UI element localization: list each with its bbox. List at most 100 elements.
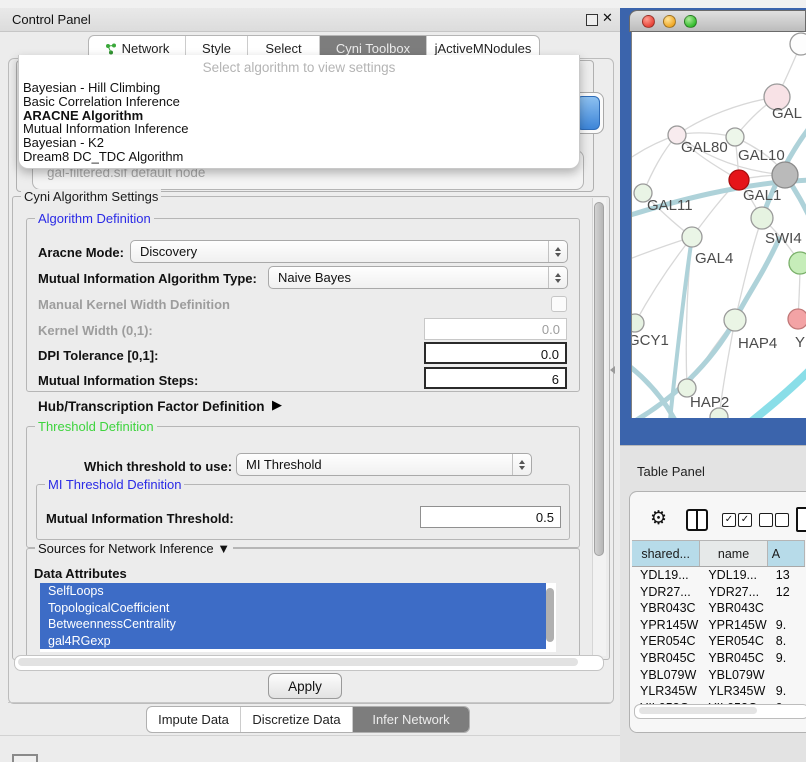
table-cell[interactable]: YBR045C — [632, 650, 700, 667]
table-row[interactable]: YPR145WYPR145W9. — [632, 617, 805, 634]
network-node-gal10[interactable] — [726, 128, 744, 146]
tab-discretize-data[interactable]: Discretize Data — [241, 707, 353, 732]
tab-label: Impute Data — [158, 712, 229, 727]
table-header-row: shared... name A — [632, 540, 805, 567]
column-header-name[interactable]: name — [700, 541, 767, 566]
split-columns-icon[interactable] — [686, 509, 708, 531]
algorithm-option[interactable]: Bayesian - Hill Climbing — [23, 81, 575, 95]
network-node[interactable] — [789, 252, 806, 274]
table-cell[interactable] — [768, 600, 805, 617]
node-label: HAP4 — [738, 335, 777, 352]
zoom-window-icon[interactable] — [684, 15, 697, 28]
table-cell[interactable]: YPR145W — [632, 617, 700, 634]
node-attribute-table[interactable]: shared... name A YDL19...YDL19...13YDR27… — [632, 540, 805, 716]
expand-arrow-icon[interactable]: ▶ — [272, 397, 282, 413]
deselect-all-checkbox-icon[interactable] — [775, 513, 789, 527]
float-panel-icon[interactable] — [586, 14, 598, 26]
network-view-canvas[interactable]: GALGAL80GAL10GAL1GAL11SWI4GAL4GCY1HAP4YH… — [631, 32, 806, 418]
table-cell[interactable]: YDR27... — [632, 584, 700, 601]
table-cell[interactable]: 12 — [768, 584, 805, 601]
table-cell[interactable]: YBR043C — [700, 600, 767, 617]
table-cell[interactable]: YBL079W — [700, 667, 767, 684]
column-header-partial[interactable]: A — [768, 541, 805, 566]
close-icon[interactable]: ✕ — [602, 10, 613, 26]
data-attributes-list[interactable]: SelfLoopsTopologicalCoefficientBetweenne… — [40, 583, 556, 652]
table-row[interactable]: YLR345WYLR345W9. — [632, 683, 805, 700]
network-node[interactable] — [790, 33, 806, 55]
network-node[interactable] — [772, 162, 798, 188]
table-cell[interactable]: YBL079W — [632, 667, 700, 684]
table-row[interactable]: YDR27...YDR27...12 — [632, 584, 805, 601]
table-cell[interactable]: YDL19... — [632, 567, 700, 584]
attribute-list-item[interactable]: SelfLoops — [40, 583, 546, 600]
table-row[interactable]: YDL19...YDL19...13 — [632, 567, 805, 584]
table-row[interactable]: YBL079WYBL079W — [632, 667, 805, 684]
table-row[interactable]: YBR043CYBR043C — [632, 600, 805, 617]
algorithm-option[interactable]: Basic Correlation Inference — [23, 95, 575, 109]
algorithm-option[interactable]: Dream8 DC_TDC Algorithm — [23, 150, 575, 164]
node-label: GAL11 — [647, 197, 693, 214]
dpi-tolerance-field[interactable]: 0.0 — [424, 342, 567, 364]
mi-steps-field[interactable]: 6 — [424, 367, 567, 389]
table-horizontal-scrollbar[interactable] — [634, 704, 806, 719]
mi-threshold-field[interactable]: 0.5 — [420, 506, 561, 528]
table-cell[interactable]: YPR145W — [700, 617, 767, 634]
settings-horizontal-scrollbar[interactable] — [14, 655, 604, 671]
network-node-gcy1[interactable] — [632, 314, 644, 332]
collapse-arrow-icon[interactable]: ▼ — [217, 541, 230, 556]
algorithm-option[interactable]: Bayesian - K2 — [23, 136, 575, 150]
close-window-icon[interactable] — [642, 15, 655, 28]
manual-kernel-checkbox[interactable] — [551, 296, 567, 312]
table-cell[interactable]: YLR345W — [700, 683, 767, 700]
network-window-titlebar[interactable] — [629, 10, 806, 32]
table-cell[interactable]: 9. — [768, 650, 805, 667]
scrollbar-thumb[interactable] — [18, 658, 578, 666]
table-cell[interactable]: YBR045C — [700, 650, 767, 667]
network-node-hap4[interactable] — [724, 309, 746, 331]
table-cell[interactable]: 9. — [768, 617, 805, 634]
mi-type-select[interactable]: Naive Bayes — [268, 266, 568, 289]
table-cell[interactable]: 8. — [768, 633, 805, 650]
column-header-shared-name[interactable]: shared... — [632, 541, 700, 566]
select-all-checkbox-icon[interactable]: ✓ — [722, 513, 736, 527]
minimize-window-icon[interactable] — [663, 15, 676, 28]
algorithm-option[interactable]: ARACNE Algorithm — [23, 109, 575, 123]
algorithm-option[interactable]: Mutual Information Inference — [23, 122, 575, 136]
which-threshold-select[interactable]: MI Threshold — [236, 453, 532, 476]
table-row[interactable]: YBR045CYBR045C9. — [632, 650, 805, 667]
list-scrollbar-thumb[interactable] — [546, 588, 554, 642]
minimized-panel-icon[interactable] — [12, 754, 38, 762]
table-cell[interactable]: YLR345W — [632, 683, 700, 700]
table-cell[interactable]: 13 — [768, 567, 805, 584]
attribute-list-item[interactable]: BetweennessCentrality — [40, 616, 546, 633]
network-graph: GALGAL80GAL10GAL1GAL11SWI4GAL4GCY1HAP4YH… — [632, 32, 806, 418]
attribute-list-item[interactable]: TopologicalCoefficient — [40, 600, 546, 617]
scrollbar-thumb[interactable] — [639, 707, 757, 714]
table-row[interactable]: YER054CYER054C8. — [632, 633, 805, 650]
settings-vertical-scrollbar[interactable] — [592, 198, 606, 656]
table-cell[interactable]: YER054C — [632, 633, 700, 650]
network-node-y[interactable] — [788, 309, 806, 329]
network-node-swi4[interactable] — [751, 207, 773, 229]
control-panel-titlebar: Control Panel ✕ — [0, 8, 620, 32]
group-title: MI Threshold Definition — [45, 477, 184, 492]
table-cell[interactable]: YER054C — [700, 633, 767, 650]
panel-collapse-arrow-icon[interactable] — [610, 366, 615, 374]
table-cell[interactable]: YDL19... — [700, 567, 767, 584]
deselect-all-checkbox-icon[interactable] — [759, 513, 773, 527]
table-cell[interactable]: YDR27... — [700, 584, 767, 601]
scrollbar-thumb[interactable] — [594, 202, 604, 556]
table-cell[interactable] — [768, 667, 805, 684]
select-all-checkbox-icon[interactable]: ✓ — [738, 513, 752, 527]
tab-infer-network[interactable]: Infer Network — [353, 707, 469, 732]
kernel-width-field[interactable]: 0.0 — [424, 318, 567, 340]
tab-impute-data[interactable]: Impute Data — [147, 707, 241, 732]
document-icon[interactable] — [796, 507, 806, 532]
aracne-mode-select[interactable]: Discovery — [130, 240, 568, 263]
attribute-list-item[interactable]: gal4RGexp — [40, 633, 546, 650]
apply-button[interactable]: Apply — [268, 673, 342, 699]
table-cell[interactable]: YBR043C — [632, 600, 700, 617]
network-node-gal4[interactable] — [682, 227, 702, 247]
table-cell[interactable]: 9. — [768, 683, 805, 700]
settings-gear-icon[interactable]: ⚙ — [650, 509, 667, 528]
